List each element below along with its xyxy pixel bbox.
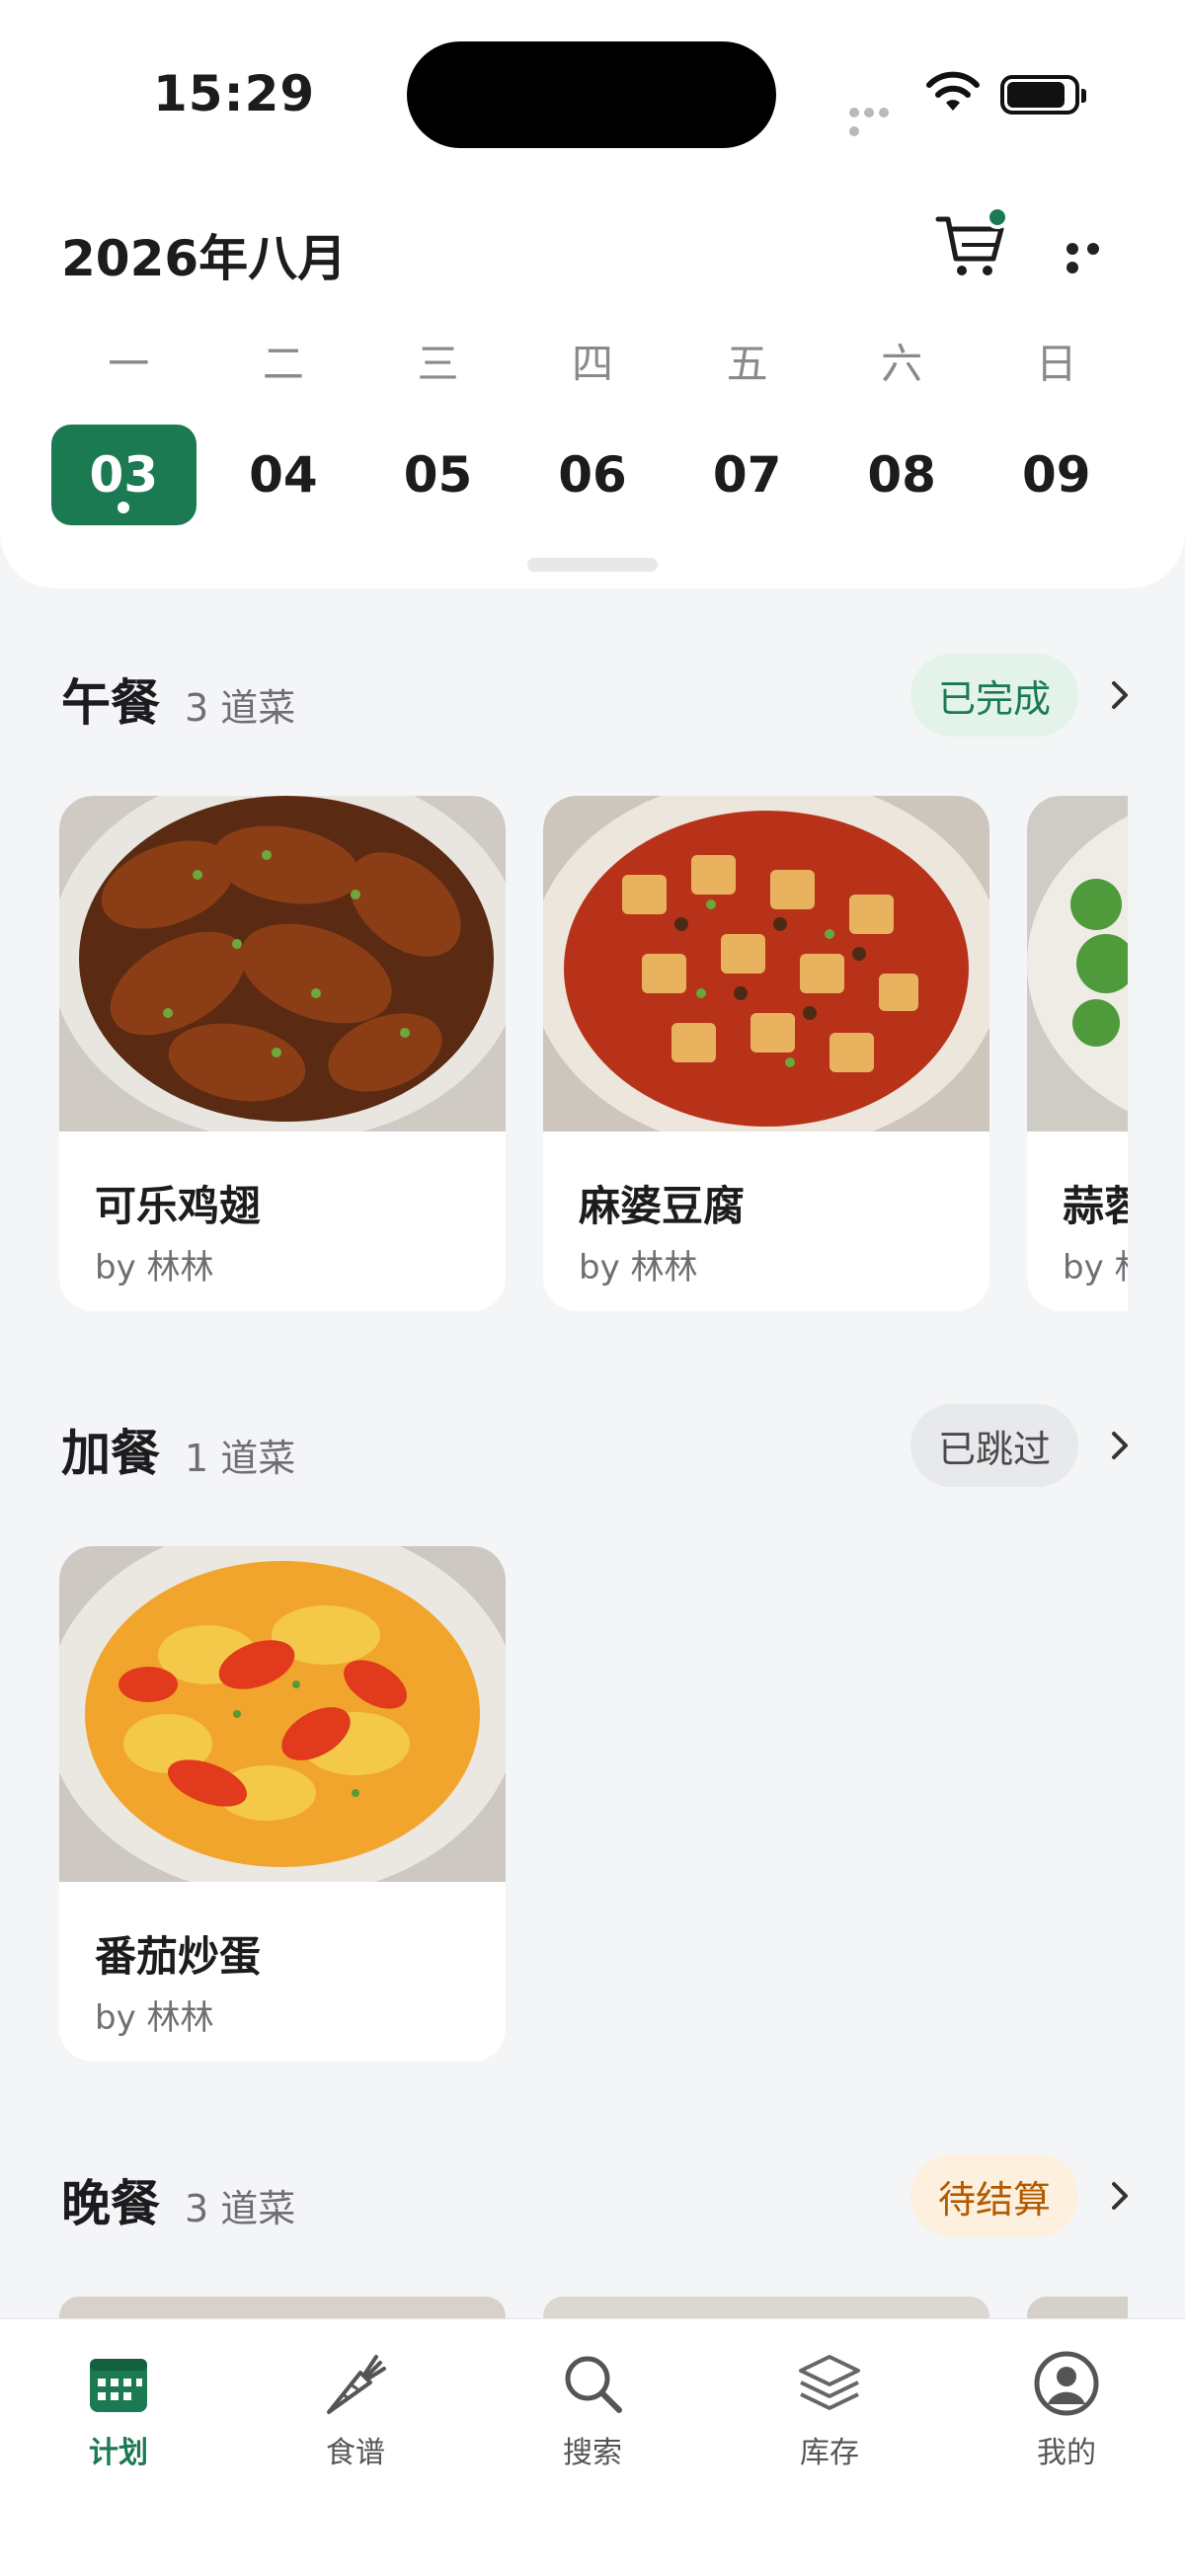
dish-name: 蒜蓉 <box>1063 1182 1128 1230</box>
weekday-label: 三 <box>417 340 459 388</box>
dish-name: 麻婆豆腐 <box>579 1182 746 1230</box>
tab-label: 搜索 <box>563 2436 622 2470</box>
dish-author: by 林林 <box>95 1998 214 2038</box>
section-title: 午餐 <box>61 674 160 732</box>
dish-card[interactable]: 可乐鸡翅 by 林林 <box>59 796 506 1311</box>
dish-author: by 林 <box>1063 1248 1128 1288</box>
cart-notification-dot <box>986 205 1009 229</box>
tab-inventory[interactable]: 库存 <box>731 2349 928 2477</box>
cellular-signal-icon <box>849 103 907 136</box>
chevron-right-icon[interactable] <box>1102 677 1138 713</box>
chevron-right-icon[interactable] <box>1102 2178 1138 2214</box>
weekday-label: 二 <box>262 340 304 388</box>
lunch-dish-list[interactable]: 可乐鸡翅 by 林林 麻婆豆腐 by 林林 蒜蓉 by <box>59 796 1128 1311</box>
battery-icon <box>1000 75 1086 115</box>
date-item[interactable]: 05 <box>360 425 515 525</box>
profile-icon <box>1034 2351 1099 2416</box>
dish-author: by 林林 <box>579 1248 698 1288</box>
section-title: 加餐 <box>61 1425 160 1482</box>
dish-image-tomato-egg <box>59 1546 506 1882</box>
carrot-icon <box>327 2355 386 2414</box>
tab-plan[interactable]: 计划 <box>20 2349 217 2477</box>
weekday-row: 一 二 三 四 五 六 日 <box>51 331 1134 391</box>
tab-recipes[interactable]: 食谱 <box>257 2349 454 2477</box>
dynamic-island <box>407 41 776 148</box>
drag-handle[interactable] <box>527 558 658 572</box>
date-selected[interactable]: 03 <box>51 425 197 525</box>
tab-profile[interactable]: 我的 <box>968 2349 1165 2477</box>
dish-card[interactable]: 番茄炒蛋 by 林林 <box>59 1546 506 2062</box>
weekday-label: 六 <box>881 340 923 388</box>
date-item[interactable]: 04 <box>206 425 361 525</box>
layers-icon <box>799 2355 860 2410</box>
status-time: 15:29 <box>153 65 316 122</box>
weekday-label: 四 <box>572 340 614 388</box>
dish-name: 番茄炒蛋 <box>95 1932 262 1981</box>
chevron-right-icon[interactable] <box>1102 1428 1138 1463</box>
calendar-icon <box>90 2359 147 2412</box>
snack-dish-list[interactable]: 番茄炒蛋 by 林林 <box>59 1546 1128 2062</box>
section-header-lunch[interactable]: 午餐 3 道菜 已完成 <box>61 654 1138 742</box>
dish-card[interactable]: 麻婆豆腐 by 林林 <box>543 796 989 1311</box>
date-item[interactable]: 08 <box>825 425 980 525</box>
dish-name: 可乐鸡翅 <box>95 1182 262 1230</box>
dish-image-garlic-broccoli <box>1027 796 1128 1132</box>
more-options-icon[interactable] <box>1066 240 1126 273</box>
tab-bar: 计划 食谱 搜索 库存 我的 <box>0 2318 1185 2576</box>
dish-author: by 林林 <box>95 1248 214 1288</box>
tab-label: 食谱 <box>326 2436 385 2470</box>
tab-label: 计划 <box>89 2436 148 2470</box>
status-badge-pending[interactable]: 待结算 <box>909 2154 1078 2237</box>
date-item[interactable]: 07 <box>670 425 825 525</box>
weekday-label: 日 <box>1035 340 1077 388</box>
calendar-header: 15:29 2026年八月 一 二 三 四 五 六 日 03 04 05 06 … <box>0 0 1185 588</box>
date-item[interactable]: 06 <box>515 425 671 525</box>
tab-label: 库存 <box>800 2436 859 2470</box>
dish-count: 1 道菜 <box>185 1437 296 1480</box>
dish-count: 3 道菜 <box>185 2187 296 2230</box>
section-header-dinner[interactable]: 晚餐 3 道菜 待结算 <box>61 2154 1138 2243</box>
tab-label: 我的 <box>1037 2436 1096 2470</box>
status-badge-skipped[interactable]: 已跳过 <box>909 1404 1078 1487</box>
dish-count: 3 道菜 <box>185 686 296 730</box>
dish-card[interactable]: 蒜蓉 by 林 <box>1027 796 1128 1311</box>
status-badge-done[interactable]: 已完成 <box>909 654 1078 737</box>
wifi-icon <box>926 71 980 111</box>
section-title: 晚餐 <box>61 2175 160 2232</box>
tab-search[interactable]: 搜索 <box>494 2349 691 2477</box>
date-item[interactable]: 09 <box>979 425 1134 525</box>
search-icon <box>565 2356 622 2413</box>
date-row: 03 04 05 06 07 08 09 <box>51 425 1134 525</box>
dish-image-cola-wings <box>59 796 506 1132</box>
month-title[interactable]: 2026年八月 <box>61 219 347 290</box>
section-header-snack[interactable]: 加餐 1 道菜 已跳过 <box>61 1404 1138 1493</box>
weekday-label: 一 <box>108 340 150 388</box>
dish-image-mapo-tofu <box>543 796 989 1132</box>
weekday-label: 五 <box>726 340 768 388</box>
